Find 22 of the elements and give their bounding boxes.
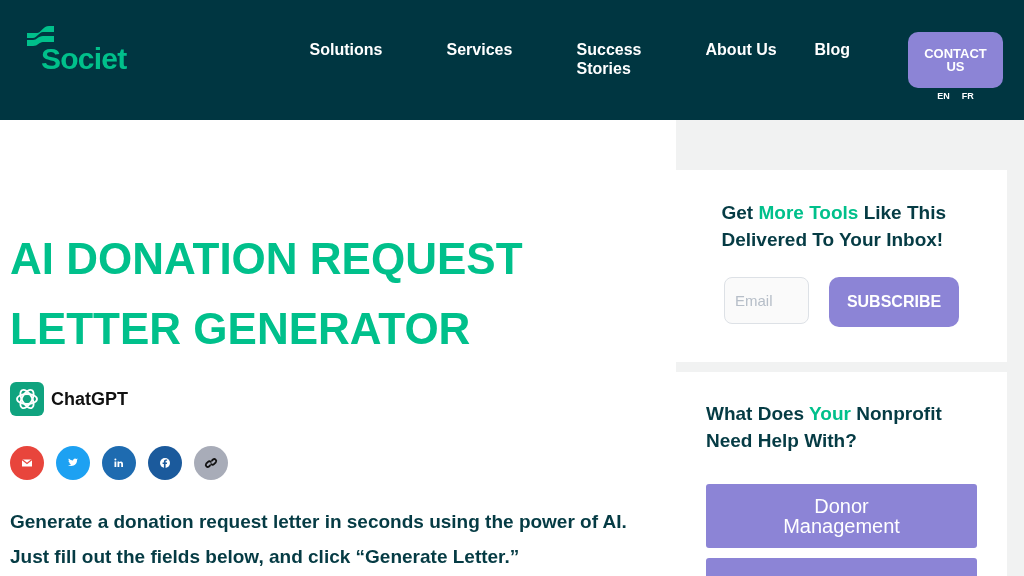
intro-text: Generate a donation request letter in seconds using the power of AI. bbox=[10, 510, 628, 534]
nav-link[interactable]: Solutions bbox=[309, 40, 382, 59]
intro-text: Just fill out the fields below, and click “Generate Letter.” bbox=[10, 545, 521, 569]
page-title: AI DONATION REQUEST LETTER GENERATOR bbox=[10, 233, 524, 355]
nav-link[interactable]: Success Stories bbox=[576, 40, 649, 78]
newsletter-heading: Get More Tools Like This Delivered To Your Inbox! bbox=[721, 201, 948, 252]
help-heading: What Does Your Nonprofit Need Help With? bbox=[706, 402, 943, 453]
chatgpt-icon bbox=[10, 382, 44, 416]
nav-link[interactable]: About Us bbox=[705, 40, 778, 59]
tool-name: ChatGPT bbox=[51, 387, 128, 411]
language-link[interactable]: EN bbox=[937, 90, 950, 104]
linkedin-share-icon[interactable] bbox=[102, 446, 136, 480]
email-field[interactable]: Email bbox=[724, 277, 809, 324]
logo-wordmark[interactable]: Societ bbox=[41, 44, 127, 74]
logo-icon bbox=[27, 26, 54, 46]
facebook-share-icon[interactable] bbox=[148, 446, 182, 480]
link-share-icon[interactable] bbox=[194, 446, 228, 480]
nav-link[interactable]: Blog bbox=[814, 40, 887, 59]
email-share-icon[interactable] bbox=[10, 446, 44, 480]
twitter-share-icon[interactable] bbox=[56, 446, 90, 480]
nav-link[interactable]: Services bbox=[446, 40, 519, 59]
language-link[interactable]: FR bbox=[961, 90, 974, 104]
